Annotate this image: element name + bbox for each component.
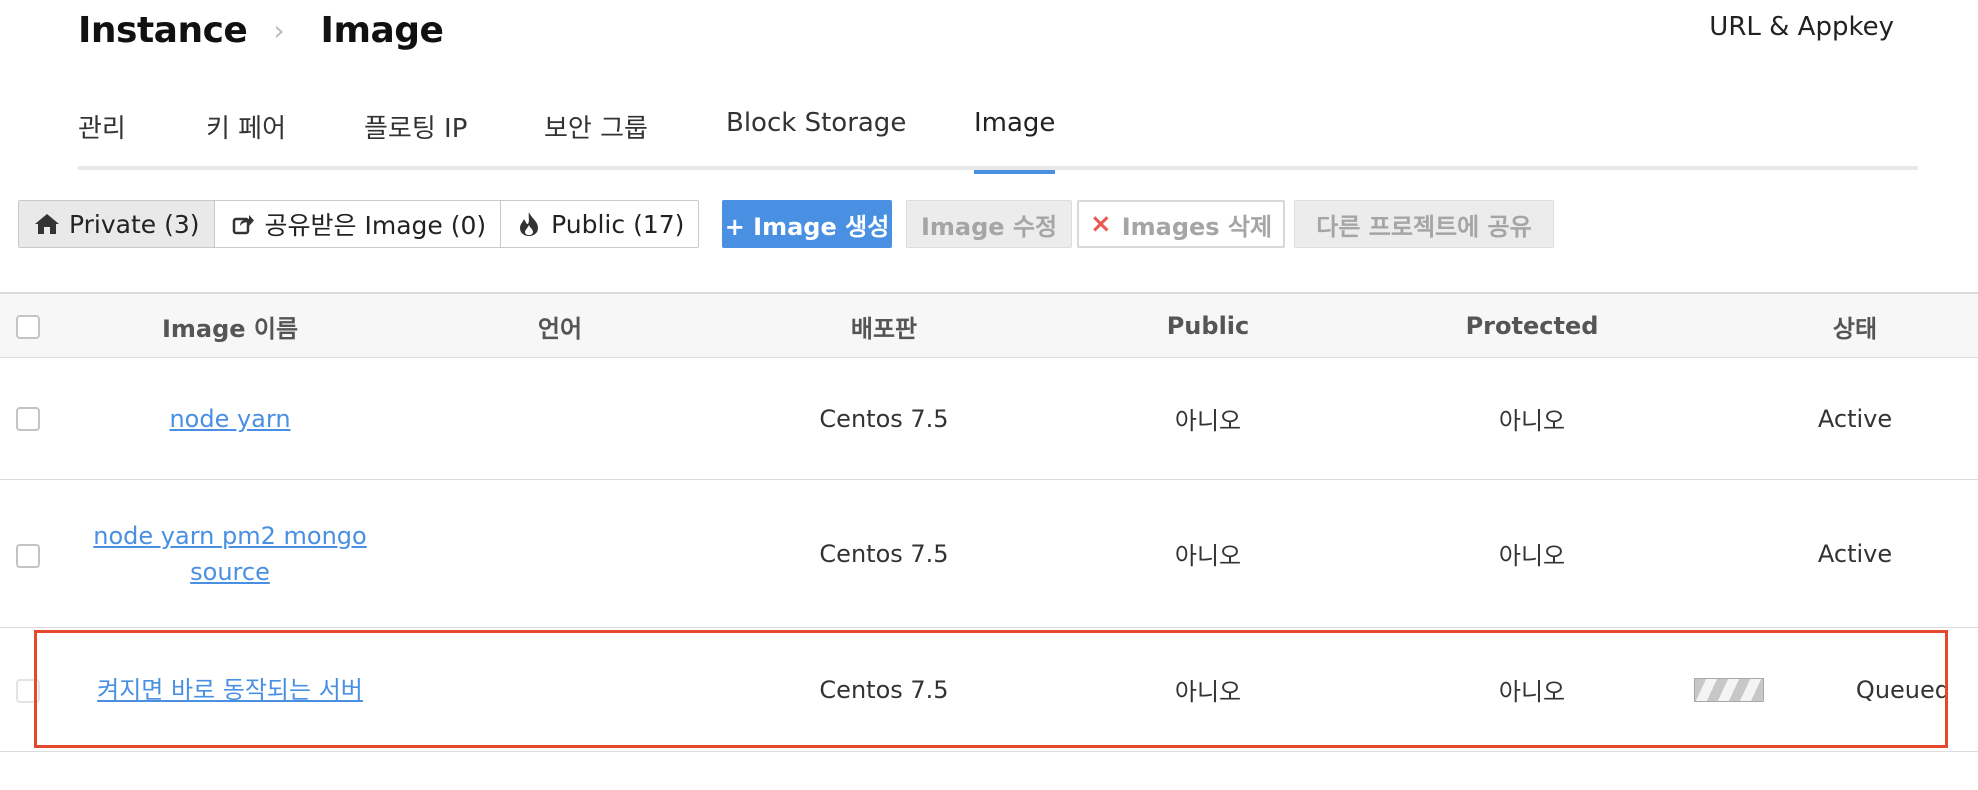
table-row[interactable]: 켜지면 바로 동작되는 서버 Centos 7.5 아니오 아니오 Queued: [0, 628, 1978, 752]
image-status: Active: [1817, 539, 1893, 568]
filter-private-button[interactable]: Private (3): [19, 201, 215, 247]
tab-keypair[interactable]: 키 페어: [206, 108, 286, 166]
edit-image-button[interactable]: Image 수정: [906, 200, 1072, 248]
share-to-project-button[interactable]: 다른 프로젝트에 공유: [1294, 200, 1554, 248]
filter-public-button[interactable]: Public (17): [501, 201, 699, 247]
image-public: 아니오: [1174, 542, 1242, 570]
image-status: Active: [1817, 404, 1893, 433]
home-icon: [33, 210, 61, 238]
column-header-name[interactable]: Image 이름: [60, 294, 400, 358]
delete-images-label: Images 삭제: [1121, 212, 1273, 241]
image-language: [420, 628, 700, 751]
url-appkey-link[interactable]: URL & Appkey: [1709, 12, 1894, 42]
progress-indicator: [1694, 678, 1764, 702]
tab-floating-ip[interactable]: 플로팅 IP: [364, 108, 467, 166]
image-status: Queued: [1855, 675, 1950, 704]
image-language: [420, 480, 700, 627]
image-protected: 아니오: [1498, 542, 1566, 570]
delete-images-button[interactable]: × Images 삭제: [1077, 200, 1285, 248]
create-image-button[interactable]: + Image 생성: [722, 200, 892, 248]
image-table: Image 이름 언어 배포판 Public Protected 상태 node…: [0, 292, 1978, 752]
close-icon: ×: [1089, 209, 1112, 239]
select-all-checkbox[interactable]: [16, 315, 40, 339]
share-icon: [229, 210, 257, 238]
chevron-right-icon: ›: [273, 13, 285, 47]
image-name-link[interactable]: node yarn: [169, 401, 290, 437]
filter-public-label: Public (17): [551, 209, 685, 239]
tab-bar: 관리 키 페어 플로팅 IP 보안 그룹 Block Storage Image: [78, 100, 1918, 174]
image-distribution: Centos 7.5: [819, 539, 949, 568]
column-header-public[interactable]: Public: [1088, 294, 1328, 358]
table-header: Image 이름 언어 배포판 Public Protected 상태: [0, 292, 1978, 358]
row-checkbox[interactable]: [16, 407, 40, 431]
tab-manage[interactable]: 관리: [78, 108, 126, 166]
row-checkbox[interactable]: [16, 544, 40, 568]
image-protected: 아니오: [1498, 407, 1566, 435]
tab-image[interactable]: Image: [974, 108, 1056, 174]
page-title: Image: [320, 9, 444, 51]
image-language: [420, 358, 700, 479]
table-row[interactable]: node yarn pm2 mongo source Centos 7.5 아니…: [0, 480, 1978, 628]
breadcrumb-root[interactable]: Instance: [78, 10, 248, 51]
column-header-language[interactable]: 언어: [420, 294, 700, 358]
image-distribution: Centos 7.5: [819, 675, 949, 704]
tab-block-storage[interactable]: Block Storage: [726, 108, 906, 166]
visibility-filter-group: Private (3) 공유받은 Image (0) Public (17): [18, 200, 700, 248]
image-public: 아니오: [1174, 678, 1242, 706]
image-name-link[interactable]: node yarn pm2 mongo source: [90, 518, 370, 590]
image-public: 아니오: [1174, 407, 1242, 435]
column-header-protected[interactable]: Protected: [1392, 294, 1672, 358]
filter-private-label: Private (3): [69, 209, 200, 239]
image-distribution: Centos 7.5: [819, 404, 949, 433]
filter-shared-button[interactable]: 공유받은 Image (0): [214, 201, 502, 247]
table-row[interactable]: node yarn Centos 7.5 아니오 아니오 Active: [0, 358, 1978, 480]
breadcrumb: Instance › Image: [78, 6, 444, 54]
column-header-distribution[interactable]: 배포판: [760, 294, 1008, 358]
filter-shared-label: 공유받은 Image (0): [264, 211, 487, 240]
tab-security-group[interactable]: 보안 그룹: [544, 108, 648, 166]
image-protected: 아니오: [1498, 678, 1566, 706]
image-name-link[interactable]: 켜지면 바로 동작되는 서버: [97, 672, 363, 708]
row-checkbox: [16, 679, 40, 703]
flame-icon: [515, 210, 543, 238]
column-header-status[interactable]: 상태: [1760, 294, 1950, 358]
